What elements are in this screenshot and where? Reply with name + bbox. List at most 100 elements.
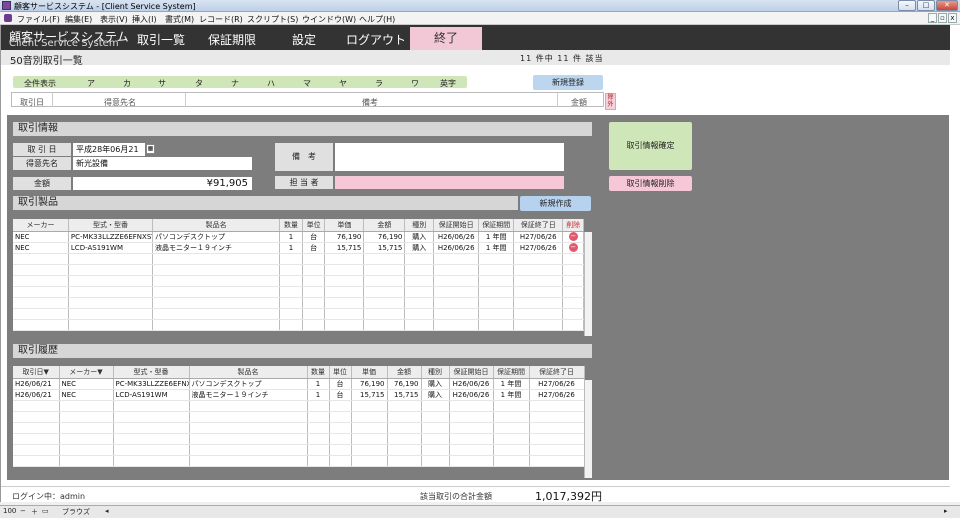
kana-a[interactable]: ア: [87, 78, 95, 89]
list-header-notes[interactable]: 備考: [362, 97, 378, 108]
doc-restore-icon[interactable]: ▫: [938, 13, 947, 23]
table-row[interactable]: NEC PC-MK33LLZZE6EFNXST1 パソコンデスクトップ 1 台 …: [13, 231, 584, 243]
cell-type[interactable]: 購入: [404, 231, 435, 243]
doc-close-icon[interactable]: x: [948, 13, 957, 23]
table-row[interactable]: [13, 286, 584, 298]
cell-warranty-period[interactable]: 1 年間: [493, 378, 530, 390]
table-row[interactable]: H26/06/21 NEC LCD-AS191WM 液晶モニター１９インチ 1 …: [13, 389, 585, 401]
maximize-icon[interactable]: □: [917, 0, 935, 11]
cell-model[interactable]: PC-MK33LLZZE6EFNXST1: [68, 231, 154, 243]
cell-warranty-period[interactable]: 1 年間: [493, 389, 530, 401]
cell-warranty-end[interactable]: H27/06/26: [513, 242, 564, 254]
cell-amount[interactable]: 15,715: [363, 242, 406, 254]
amount-field[interactable]: ¥91,905: [73, 177, 252, 190]
cell-unit[interactable]: 台: [302, 242, 326, 254]
menu-file[interactable]: ファイル(F): [17, 14, 60, 25]
table-row[interactable]: [13, 400, 585, 412]
doc-minimize-icon[interactable]: _: [928, 13, 937, 23]
cell-warranty-start[interactable]: H26/06/26: [449, 389, 494, 401]
zoom-in-icon[interactable]: ＋: [31, 507, 38, 517]
table-row[interactable]: [13, 411, 585, 423]
cell-model[interactable]: PC-MK33LLZZE6EFNXST1: [113, 378, 190, 390]
exclude-column[interactable]: 除外: [605, 93, 616, 110]
calendar-icon[interactable]: ▦: [146, 144, 155, 154]
table-row[interactable]: [13, 275, 584, 287]
cell-warranty-start[interactable]: H26/06/26: [433, 242, 480, 254]
cell-product[interactable]: 液晶モニター１９インチ: [152, 242, 281, 254]
staff-field[interactable]: [335, 176, 564, 189]
history-scrollbar[interactable]: [584, 380, 592, 478]
nav-settings[interactable]: 設定: [292, 31, 316, 48]
cell-amount[interactable]: 15,715: [387, 389, 422, 401]
confirm-transaction-button[interactable]: 取引情報確定: [609, 122, 692, 170]
cell-warranty-period[interactable]: 1 年間: [478, 231, 515, 243]
table-row[interactable]: [13, 308, 584, 320]
cell-model[interactable]: LCD-AS191WM: [68, 242, 154, 254]
nav-logout[interactable]: ログアウト: [346, 31, 406, 48]
cell-maker[interactable]: NEC: [59, 378, 114, 390]
cell-price[interactable]: 76,190: [351, 378, 388, 390]
notes-field[interactable]: [335, 143, 564, 171]
cell-price[interactable]: 15,715: [324, 242, 365, 254]
new-registration-button[interactable]: 新規登録: [533, 75, 603, 90]
table-row[interactable]: [13, 297, 584, 309]
kana-ma[interactable]: マ: [303, 78, 311, 89]
menu-insert[interactable]: 挿入(I): [132, 14, 157, 25]
delete-row-icon[interactable]: −: [568, 243, 578, 252]
kana-ya[interactable]: ヤ: [339, 78, 347, 89]
nav-transaction-list[interactable]: 取引一覧: [137, 31, 185, 48]
cell-model[interactable]: LCD-AS191WM: [113, 389, 190, 401]
cell-product[interactable]: 液晶モニター１９インチ: [189, 389, 308, 401]
table-row[interactable]: [13, 253, 584, 265]
table-row[interactable]: [13, 264, 584, 276]
zoom-level[interactable]: 100: [3, 507, 16, 515]
customer-field[interactable]: 新光設備: [73, 157, 252, 170]
menu-help[interactable]: ヘルプ(H): [359, 14, 395, 25]
col-maker-sort[interactable]: メーカー▼: [59, 366, 114, 379]
cell-type[interactable]: 購入: [421, 389, 450, 401]
list-header-customer[interactable]: 得意先名: [104, 97, 136, 108]
date-field[interactable]: 平成28年06月21日: [73, 143, 145, 167]
zoom-out-icon[interactable]: −: [20, 507, 26, 515]
delete-transaction-button[interactable]: 取引情報削除: [609, 176, 692, 191]
list-header-date[interactable]: 取引日: [20, 97, 44, 108]
nav-exit-button[interactable]: 終了: [410, 27, 482, 50]
cell-unit[interactable]: 台: [329, 389, 352, 401]
nav-warranty[interactable]: 保証期限: [208, 31, 256, 48]
cell-warranty-start[interactable]: H26/06/26: [449, 378, 494, 390]
kana-ha[interactable]: ハ: [267, 78, 275, 89]
kana-wa[interactable]: ワ: [411, 78, 419, 89]
cell-qty[interactable]: 1: [279, 231, 303, 243]
minimize-icon[interactable]: –: [898, 0, 916, 11]
menu-window[interactable]: ウインドウ(W): [302, 14, 356, 25]
cell-warranty-end[interactable]: H27/06/26: [529, 389, 585, 401]
delete-row-icon[interactable]: −: [568, 232, 578, 241]
kana-ta[interactable]: タ: [195, 78, 203, 89]
table-row[interactable]: [13, 319, 584, 331]
products-scrollbar[interactable]: [584, 232, 592, 336]
cell-product[interactable]: パソコンデスクトップ: [189, 378, 308, 390]
table-row[interactable]: [13, 422, 585, 434]
table-row[interactable]: H26/06/21 NEC PC-MK33LLZZE6EFNXST1 パソコンデ…: [13, 378, 585, 390]
cell-price[interactable]: 15,715: [351, 389, 388, 401]
cell-type[interactable]: 購入: [421, 378, 450, 390]
table-row[interactable]: [13, 444, 585, 456]
menu-edit[interactable]: 編集(E): [65, 14, 92, 25]
cell-amount[interactable]: 76,190: [363, 231, 406, 243]
kana-ra[interactable]: ラ: [375, 78, 383, 89]
cell-maker[interactable]: NEC: [13, 231, 69, 243]
table-row[interactable]: [13, 455, 585, 467]
kana-all[interactable]: 全件表示: [24, 78, 56, 89]
menu-view[interactable]: 表示(V): [100, 14, 128, 25]
cell-unit[interactable]: 台: [329, 378, 352, 390]
cell-warranty-start[interactable]: H26/06/26: [433, 231, 480, 243]
close-icon[interactable]: ✕: [936, 0, 958, 11]
cell-qty[interactable]: 1: [307, 389, 330, 401]
scroll-left-icon[interactable]: ◂: [105, 507, 109, 515]
cell-amount[interactable]: 76,190: [387, 378, 422, 390]
cell-warranty-end[interactable]: H27/06/26: [513, 231, 564, 243]
cell-qty[interactable]: 1: [307, 378, 330, 390]
cell-qty[interactable]: 1: [279, 242, 303, 254]
cell-warranty-period[interactable]: 1 年間: [478, 242, 515, 254]
new-product-button[interactable]: 新規作成: [520, 196, 591, 211]
